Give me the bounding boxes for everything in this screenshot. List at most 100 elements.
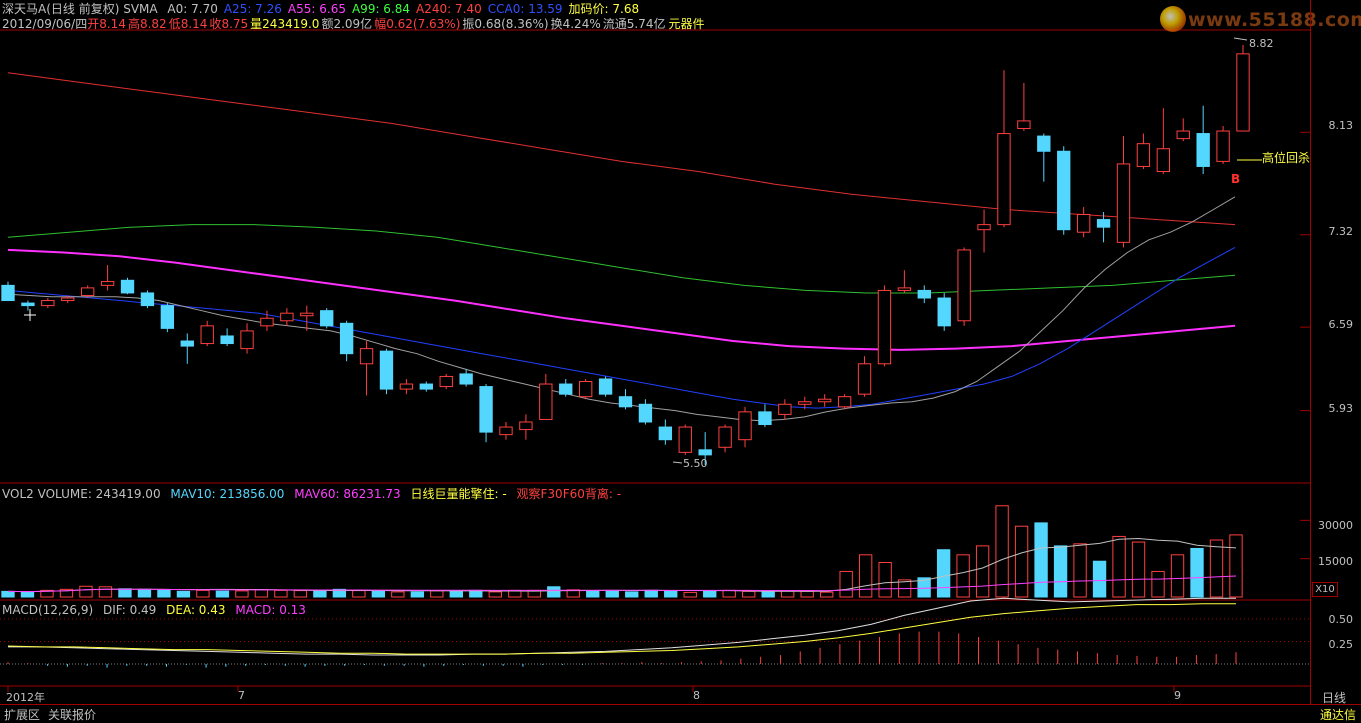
volume-mav10: MAV10: 213856.00	[170, 487, 285, 501]
volume-bar	[118, 588, 132, 598]
candle-body	[1136, 143, 1151, 167]
volume-bar	[293, 590, 308, 598]
candle-body	[539, 383, 553, 420]
volume-bar	[1034, 522, 1048, 598]
signal-text: 高位回杀	[1262, 151, 1311, 165]
ma-label: A25: 7.26	[223, 2, 282, 16]
candle-body	[1216, 130, 1230, 162]
price-tick: 5.93	[1328, 402, 1354, 415]
quote-turnover: 换4.24%	[550, 17, 601, 31]
volume-signal1: 日线巨量能擎住: -	[410, 487, 507, 501]
ma-line-magenta	[7, 248, 1236, 351]
candle-body	[499, 426, 513, 436]
volume-bar	[410, 591, 425, 598]
candle-body	[718, 426, 732, 448]
quote-open: 8.14	[99, 17, 126, 31]
volume-bar	[605, 590, 619, 598]
ma-label: A240: 7.40	[416, 2, 482, 16]
candle-body	[1196, 133, 1210, 167]
ma-line-red	[7, 72, 1236, 226]
ma-line-gray	[7, 196, 1236, 422]
candle-body	[1236, 53, 1250, 132]
date-tick: 7	[238, 689, 245, 702]
candle-body	[1017, 120, 1031, 129]
volume-bar	[254, 589, 269, 598]
candle-body	[658, 426, 673, 441]
candle-body	[439, 375, 453, 388]
candle-body	[459, 373, 473, 385]
candle-body	[479, 386, 493, 433]
volume-bar	[800, 590, 814, 598]
candle-body	[41, 300, 55, 307]
volume-bar	[819, 591, 834, 598]
quote-amount: 额2.09亿	[321, 17, 373, 31]
candle-body	[379, 350, 394, 390]
volume-bar	[995, 505, 1009, 598]
volume-bar	[936, 549, 951, 598]
volume-bar	[1053, 545, 1068, 598]
volume-bar	[449, 590, 463, 598]
stock-title: 深天马A(日线 前复权) SVMA	[2, 2, 158, 16]
candle-body	[81, 287, 95, 296]
quote-low-label: 低	[168, 17, 181, 31]
candle-body	[837, 396, 852, 408]
volume-bar	[1, 590, 15, 598]
quote-float: 流通5.74亿	[602, 17, 666, 31]
ma-label: A55: 6.65	[287, 2, 346, 16]
date-tick: 9	[1174, 689, 1181, 702]
brand-label: 通达信	[1320, 708, 1357, 722]
volume-bar	[371, 590, 386, 598]
candle-body	[320, 310, 334, 327]
volume-bar	[1014, 525, 1029, 598]
candle-body	[359, 348, 374, 365]
volume-value: VOL2 VOLUME: 243419.00	[2, 487, 161, 501]
ma-label: A0: 7.70	[167, 2, 218, 16]
candle-body	[1116, 163, 1131, 243]
volume-bar	[391, 591, 405, 598]
volume-bar	[839, 570, 853, 598]
component-tool-link[interactable]: 元器件	[668, 17, 704, 31]
candle-body	[160, 305, 175, 329]
volume-bar	[956, 554, 970, 598]
volume-bar	[586, 590, 600, 598]
candle-body	[120, 279, 135, 294]
volume-bar	[1170, 554, 1185, 598]
quote-volume: 243419.0	[262, 17, 320, 31]
candle-body	[1096, 219, 1111, 228]
site-logo: www.55188.com	[1160, 4, 1361, 36]
date-tick: 2012年	[6, 691, 45, 704]
volume-bar	[742, 590, 756, 598]
candle-body	[300, 312, 314, 317]
volume-bar	[858, 554, 873, 598]
quote-info-line: 2012/09/06/四开8.14 高8.82 低8.14 收8.75 量243419.…	[2, 17, 710, 31]
candle-body	[758, 411, 772, 426]
ma-legend: A0: 7.70 A25: 7.26 A55: 6.65 A99: 6.84 A240:…	[167, 2, 645, 16]
candle-body	[1057, 150, 1071, 231]
volume-bar	[137, 588, 152, 598]
candle-body	[1037, 135, 1051, 152]
volume-bar	[703, 590, 717, 598]
signal-mark: B	[1231, 172, 1241, 186]
volume-bar	[98, 586, 113, 598]
volume-mav60-line	[7, 575, 1237, 593]
macd-dif: DIF: 0.49	[102, 603, 157, 617]
low-price-label: 5.50	[683, 457, 708, 470]
quote-close-label: 收	[209, 17, 222, 31]
volume-bar	[878, 562, 892, 598]
axis-divider	[1310, 0, 1311, 704]
extension-tab[interactable]: 扩展区	[4, 706, 40, 723]
candle-body	[937, 297, 951, 327]
related-quotes-tab[interactable]: 关联报价	[48, 706, 96, 723]
volume-bar	[625, 591, 639, 598]
volume-bar	[547, 586, 561, 598]
volume-bar	[176, 590, 191, 598]
volume-bar	[1151, 570, 1165, 598]
volume-bar	[761, 591, 775, 598]
volume-mav10-line	[7, 537, 1237, 593]
candle-body	[798, 401, 812, 405]
volume-bar	[196, 589, 210, 598]
volume-signal2: 观察F30F60背离: -	[516, 487, 622, 501]
volume-tick: 15000	[1318, 555, 1353, 568]
candle-body	[598, 378, 613, 395]
candle-body	[957, 249, 971, 322]
